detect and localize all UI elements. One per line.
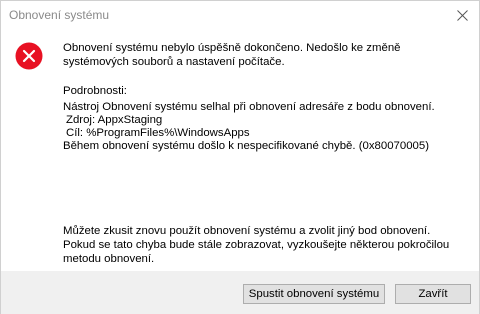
window-title: Obnovení systému bbox=[9, 8, 110, 22]
message-area: Obnovení systému nebylo úspěšně dokončen… bbox=[63, 41, 461, 69]
details-line: Během obnovení systému došlo k nespecifi… bbox=[63, 140, 429, 152]
button-bar: Spustit obnovení systému Zavřít bbox=[1, 271, 479, 314]
close-icon bbox=[456, 9, 468, 21]
details-line: Nástroj Obnovení systému selhal při obno… bbox=[63, 101, 435, 113]
error-headline: Obnovení systému nebylo úspěšně dokončen… bbox=[63, 42, 401, 68]
restart-restore-button[interactable]: Spustit obnovení systému bbox=[243, 284, 385, 304]
details-label: Podrobnosti: bbox=[63, 85, 127, 97]
suggestion-text: Můžete zkusit znovu použít obnovení syst… bbox=[63, 225, 450, 265]
error-icon bbox=[15, 42, 43, 70]
details-block: Nástroj Obnovení systému selhal při obno… bbox=[63, 101, 435, 153]
details-line: Zdroj: AppxStaging bbox=[66, 114, 163, 126]
dialog-window: Obnovení systému Obnovení systému nebylo… bbox=[0, 0, 480, 314]
close-button[interactable]: Zavřít bbox=[395, 284, 471, 304]
close-window-button[interactable] bbox=[445, 1, 479, 29]
details-line: Cíl: %ProgramFiles%\WindowsApps bbox=[66, 127, 250, 139]
title-bar[interactable]: Obnovení systému bbox=[1, 1, 479, 31]
